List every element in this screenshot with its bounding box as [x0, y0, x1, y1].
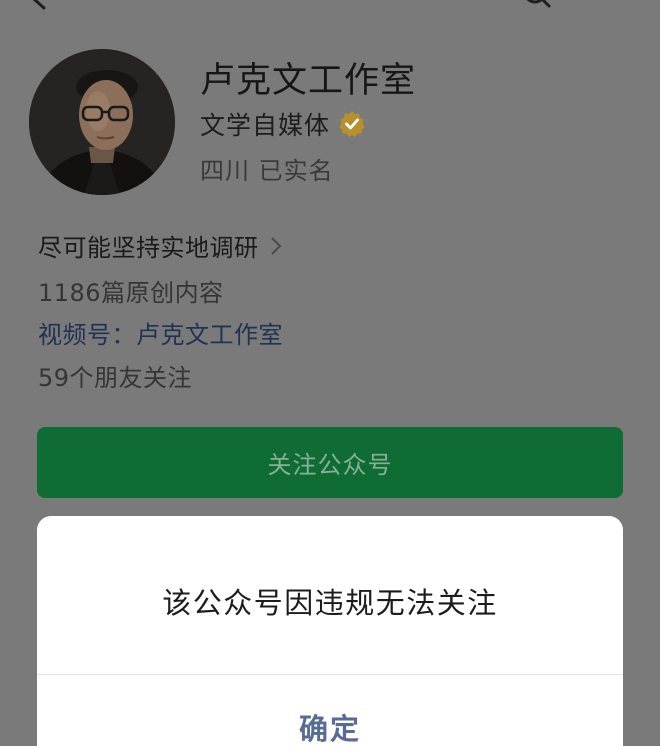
search-icon[interactable] — [522, 0, 552, 12]
top-bar — [0, 0, 660, 14]
dialog-divider — [37, 674, 623, 675]
category-label: 文学自媒体 — [200, 111, 331, 140]
person-with-glasses-avatar — [29, 49, 175, 195]
profile-name: 卢克文工作室 — [200, 61, 417, 101]
alert-dialog: 该公众号因违规无法关注 确定 — [37, 516, 623, 746]
avatar[interactable] — [29, 49, 175, 195]
chevron-right-icon — [270, 236, 281, 255]
follow-button-label: 关注公众号 — [267, 451, 393, 479]
profile-location: 四川 已实名 — [200, 157, 334, 185]
dialog-message: 该公众号因违规无法关注 — [162, 586, 498, 620]
profile-screen: 卢克文工作室 文学自媒体 四川 已实名 尽可能坚持实地调研 1186篇原创内容 … — [0, 0, 660, 746]
back-arrow-icon[interactable] — [28, 0, 50, 10]
description-row[interactable]: 尽可能坚持实地调研 — [38, 228, 283, 263]
channels-link[interactable]: 视频号：卢克文工作室 — [38, 315, 283, 350]
verified-badge-icon — [339, 111, 366, 137]
follow-button[interactable]: 关注公众号 — [37, 427, 623, 498]
confirm-button[interactable]: 确定 — [37, 676, 623, 746]
friends-following[interactable]: 59个朋友关注 — [38, 358, 192, 393]
description-text: 尽可能坚持实地调研 — [38, 234, 259, 262]
profile-category: 文学自媒体 — [200, 106, 366, 142]
articles-count[interactable]: 1186篇原创内容 — [38, 273, 224, 308]
